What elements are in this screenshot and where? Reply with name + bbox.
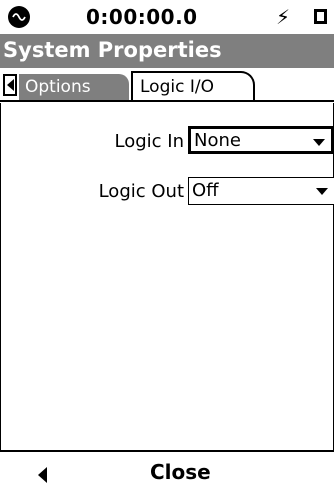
tab-scroll-left-icon[interactable] — [3, 74, 17, 96]
logic-out-select[interactable]: Off — [188, 177, 334, 205]
logic-out-label: Logic Out — [98, 181, 184, 202]
bottom-bar: Close — [0, 450, 334, 496]
tab-bar: Options Logic I/O — [0, 68, 334, 103]
meter-logo-icon[interactable] — [8, 6, 30, 28]
tab-divider — [0, 100, 334, 102]
status-bar: 0:00:00.0 ⚡ — [0, 0, 334, 34]
logic-in-value: None — [194, 130, 241, 151]
page-title: System Properties — [3, 38, 222, 62]
lightning-bolt-icon: ⚡ — [276, 5, 291, 29]
logic-in-select[interactable]: None — [188, 126, 334, 154]
close-button[interactable]: Close — [150, 460, 211, 484]
logic-out-value: Off — [192, 180, 219, 201]
tab-logic-io[interactable]: Logic I/O — [131, 71, 255, 102]
elapsed-time: 0:00:00.0 — [86, 5, 198, 29]
tab-options[interactable]: Options — [19, 74, 129, 100]
chevron-down-icon — [316, 188, 328, 195]
battery-icon — [314, 9, 327, 24]
chevron-down-icon — [313, 139, 325, 146]
left-arrow-icon[interactable] — [38, 467, 47, 483]
title-bar: System Properties — [0, 34, 334, 68]
logic-in-label: Logic In — [114, 131, 185, 152]
